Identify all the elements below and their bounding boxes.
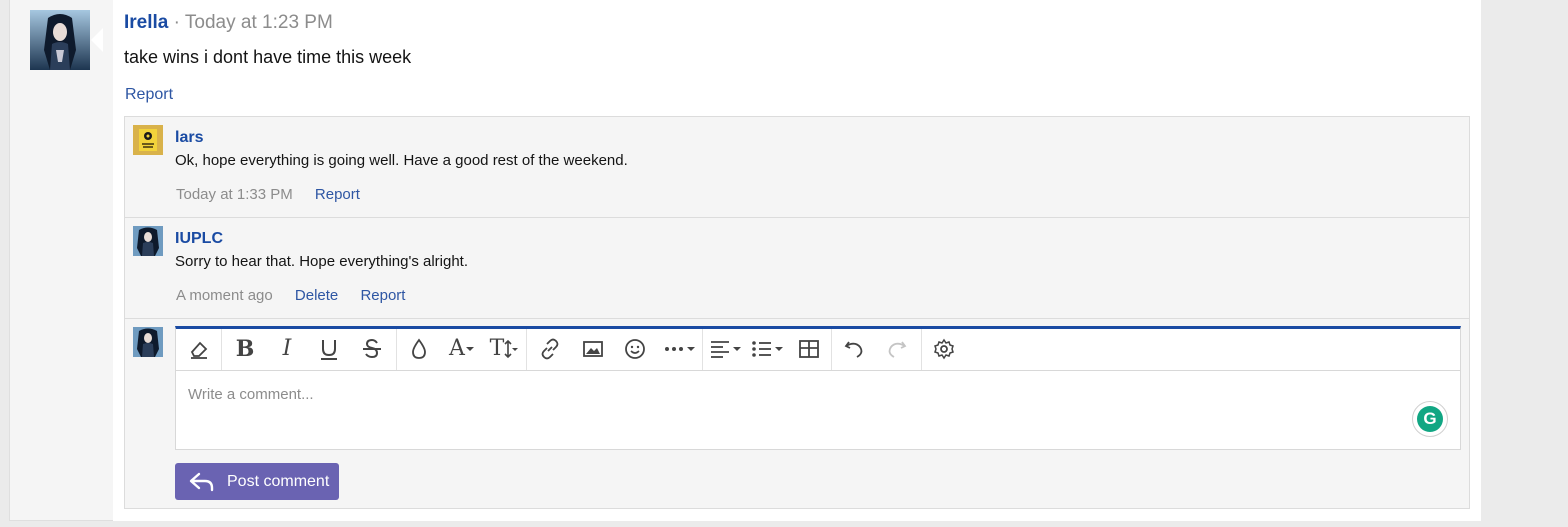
- align-icon[interactable]: [708, 337, 744, 361]
- list-icon[interactable]: [750, 337, 786, 361]
- table-icon[interactable]: [796, 337, 822, 361]
- comment-author[interactable]: IUPLC: [175, 230, 223, 248]
- toolbar-divider: [526, 329, 527, 370]
- commenter-avatar[interactable]: [133, 226, 163, 256]
- comment-item: IUPLC Sorry to hear that. Hope everythin…: [125, 218, 1469, 319]
- color-icon[interactable]: [406, 337, 432, 361]
- toolbar-divider: [702, 329, 703, 370]
- toolbar-divider: [221, 329, 222, 370]
- editor-toolbar: B I A T: [176, 329, 1460, 371]
- comment-text: Sorry to hear that. Hope everything's al…: [175, 253, 469, 270]
- comment-text: Ok, hope everything is going well. Have …: [175, 152, 628, 169]
- post-body: take wins i dont have time this week: [124, 47, 412, 67]
- toolbar-divider: [831, 329, 832, 370]
- comment-report-link[interactable]: Report: [315, 186, 360, 203]
- post-timestamp[interactable]: Today at 1:23 PM: [185, 12, 333, 33]
- comment-author[interactable]: lars: [175, 129, 203, 147]
- post-header: Irella · Today at 1:23 PM: [124, 12, 333, 34]
- toolbar-divider: [396, 329, 397, 370]
- bold-icon[interactable]: B: [232, 337, 258, 361]
- eraser-icon[interactable]: [186, 337, 212, 361]
- comment-item: lars Ok, hope everything is going well. …: [125, 117, 1469, 218]
- post-comment-label: Post comment: [227, 472, 330, 490]
- image-icon[interactable]: [580, 337, 606, 361]
- undo-icon[interactable]: [841, 337, 867, 361]
- current-user-avatar[interactable]: [133, 327, 163, 357]
- comment-timestamp[interactable]: A moment ago: [176, 287, 273, 304]
- more-icon[interactable]: [662, 337, 698, 361]
- header-separator: ·: [173, 12, 180, 33]
- post-comment-button[interactable]: Post comment: [175, 463, 339, 500]
- emoji-icon[interactable]: [622, 337, 648, 361]
- reply-icon: [189, 472, 214, 491]
- post-report-link[interactable]: Report: [125, 86, 173, 104]
- grammarly-icon[interactable]: G: [1412, 401, 1448, 437]
- italic-icon[interactable]: I: [274, 337, 300, 361]
- comment-meta: A moment ago Delete Report: [176, 287, 405, 304]
- comment-delete-link[interactable]: Delete: [295, 287, 338, 304]
- toolbar-divider: [921, 329, 922, 370]
- comment-timestamp[interactable]: Today at 1:33 PM: [176, 186, 293, 203]
- speech-arrow: [91, 28, 103, 52]
- strikethrough-icon[interactable]: [359, 337, 385, 361]
- comment-meta: Today at 1:33 PM Report: [176, 186, 360, 203]
- comment-input[interactable]: Write a comment...: [188, 386, 314, 403]
- redo-icon[interactable]: [884, 337, 910, 361]
- link-icon[interactable]: [537, 337, 563, 361]
- comment-report-link[interactable]: Report: [360, 287, 405, 304]
- avatar[interactable]: [30, 10, 90, 70]
- underline-icon[interactable]: [316, 337, 342, 361]
- comment-editor: B I A T Write a comment... G: [175, 326, 1461, 450]
- font-family-icon[interactable]: A: [444, 337, 480, 361]
- settings-icon[interactable]: [931, 337, 957, 361]
- grammarly-letter: G: [1417, 406, 1443, 432]
- comments-list: lars Ok, hope everything is going well. …: [124, 116, 1470, 509]
- commenter-avatar[interactable]: [133, 125, 163, 155]
- post-author-link[interactable]: Irella: [124, 12, 168, 33]
- font-size-icon[interactable]: T: [486, 337, 522, 361]
